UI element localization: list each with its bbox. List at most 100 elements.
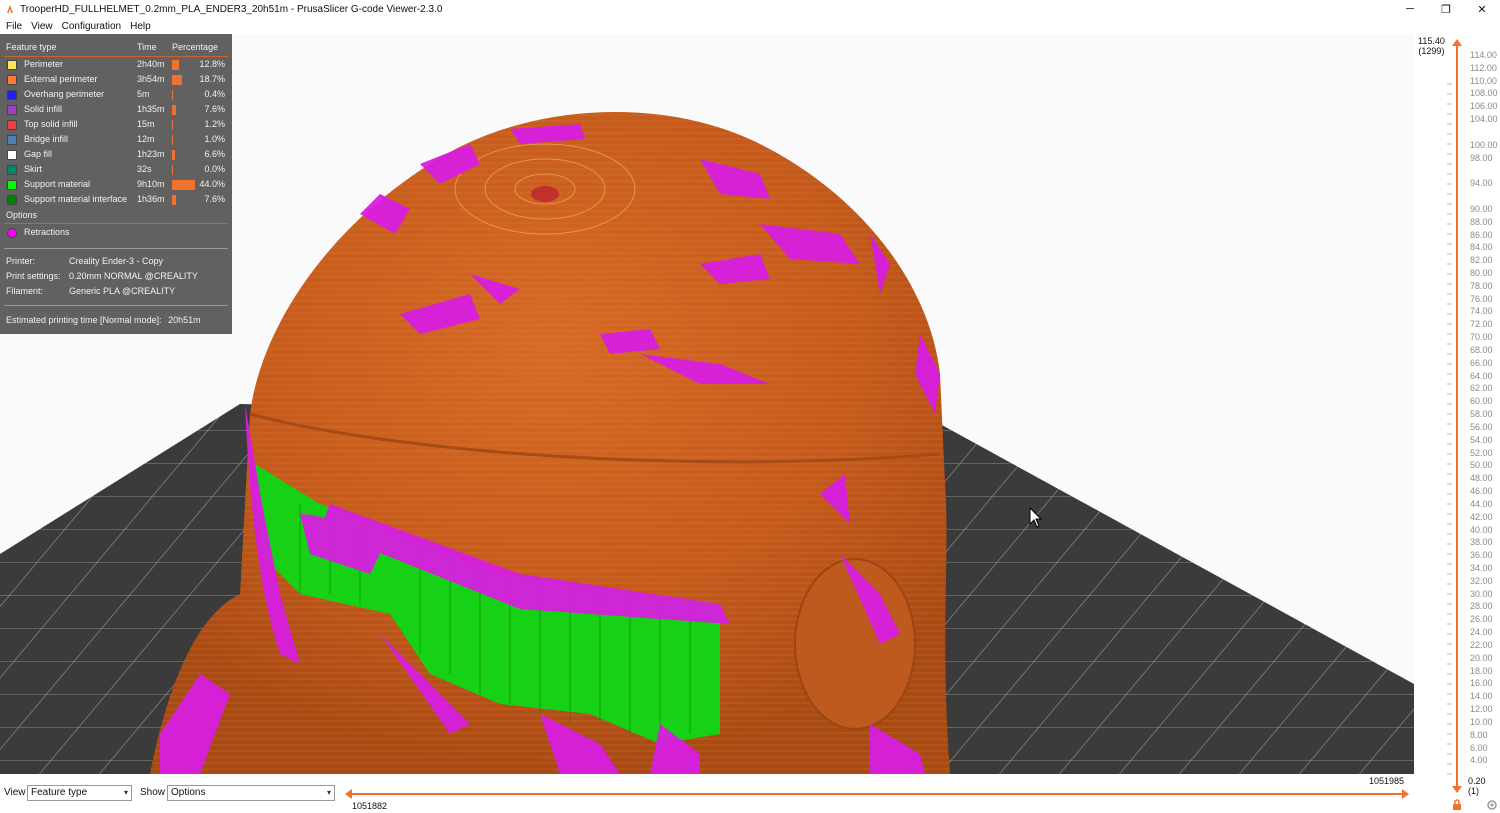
slider-tick-label: 32.00 [1470,575,1493,586]
feature-percentage: 0.4% [204,89,225,99]
feature-name: Perimeter [24,59,64,69]
print-settings-info: Print settings: 0.20mm NORMAL @CREALITY [6,271,198,281]
slider-tick-label: 90.00 [1470,203,1493,214]
slider-tick-label: 12.00 [1470,704,1493,715]
legend-header-percentage: Percentage [172,42,219,52]
menu-file[interactable]: File [6,21,22,32]
feature-time: 1h35m [137,104,165,114]
time-separator [4,305,228,306]
feature-row[interactable]: Support material 9h10m 44.0% [6,178,230,193]
feature-percentage: 12.8% [199,59,225,69]
option-label: Retractions [24,227,70,237]
feature-row[interactable]: External perimeter 3h54m 18.7% [6,73,230,88]
slider-tick-label: 84.00 [1470,242,1493,253]
feature-percentage: 44.0% [199,179,225,189]
feature-row[interactable]: Gap fill 1h23m 6.6% [6,148,230,163]
feature-percentage: 7.6% [204,104,225,114]
legend-separator [4,56,228,57]
slider-tick-label: 80.00 [1470,268,1493,278]
slider-tick-label: 46.00 [1470,486,1493,497]
slider-tick-label: 48.00 [1470,473,1493,484]
cog-icon[interactable] [1486,799,1498,811]
feature-color-swatch [7,195,17,205]
menu-view[interactable]: View [31,21,53,32]
estimated-time: Estimated printing time [Normal mode]: 2… [6,315,201,325]
options-separator [4,223,228,224]
slider-tick-label: 54.00 [1470,434,1493,445]
slider-bottom-value: 0.20 [1468,776,1486,786]
view-type-select[interactable]: Feature type ▾ [27,785,132,801]
retraction-swatch [7,228,17,238]
menu-bar: File View Configuration Help [0,18,1500,34]
feature-percentage: 0.0% [204,164,225,174]
feature-name: Support material interface [24,194,128,204]
show-options-value: Options [171,787,206,798]
feature-color-swatch [7,120,17,130]
menu-help[interactable]: Help [130,21,151,32]
slider-tick-label: 44.00 [1470,498,1493,509]
slider-top-thumb [1452,39,1462,46]
feature-percentage: 1.2% [204,119,225,129]
slider-tick-label: 82.00 [1470,255,1493,266]
view-type-value: Feature type [31,787,88,798]
legend-header-feature: Feature type [6,42,57,52]
feature-color-swatch [7,105,17,115]
slider-tick-label: 70.00 [1470,332,1493,343]
filament-value: Generic PLA @CREALITY [69,286,176,296]
show-options-select[interactable]: Options ▾ [167,785,335,801]
printer-info: Printer: Creality Ender-3 - Copy [6,256,163,266]
slider-tick-label: 42.00 [1470,511,1493,522]
feature-row[interactable]: Solid infill 1h35m 7.6% [6,103,230,118]
restore-button[interactable]: ❐ [1428,0,1464,18]
feature-percentage-bar [172,135,173,145]
slider-tick-label: 36.00 [1470,550,1493,561]
slider-bottom-layer: (1) [1468,786,1479,796]
slider-tick-label: 78.00 [1470,280,1493,291]
feature-name: Support material [24,179,91,189]
slider-tick-label: 88.00 [1470,216,1493,227]
feature-color-swatch [7,90,17,100]
feature-color-swatch [7,180,17,190]
feature-time: 9h10m [137,179,165,189]
feature-time: 2h40m [137,59,165,69]
slider-tick-label: 94.00 [1470,178,1493,189]
slider-tick-label: 76.00 [1470,293,1493,304]
slider-tick-label: 66.00 [1470,357,1493,368]
feature-color-swatch [7,60,17,70]
slider-tick-label: 34.00 [1470,562,1493,573]
slider-tick-label: 114.00 [1470,49,1497,60]
moves-slider-track[interactable] [342,787,1412,801]
lock-icon[interactable] [1451,799,1463,811]
layer-slider[interactable]: 115.40 (1299) 114.00 112.00 110.00 108.00 10… [1414,34,1500,813]
moves-end-value: 1051985 [1369,776,1405,786]
feature-row[interactable]: Top solid infill 15m 1.2% [6,118,230,133]
feature-row[interactable]: Perimeter 2h40m 12.8% [6,58,230,73]
feature-color-swatch [7,135,17,145]
feature-row[interactable]: Support material interface 1h36m 7.6% [6,193,230,208]
slider-tick-label: 20.00 [1470,652,1493,663]
close-button[interactable]: ✕ [1464,0,1500,18]
feature-row[interactable]: Bridge infill 12m 1.0% [6,133,230,148]
feature-time: 5m [137,89,150,99]
feature-percentage-bar [172,180,195,190]
feature-name: Bridge infill [24,134,69,144]
feature-percentage-bar [172,165,173,175]
feature-color-swatch [7,75,17,85]
slider-tick-label: 14.00 [1470,691,1493,702]
slider-tick-label: 112.00 [1470,62,1497,73]
slider-tick-label: 60.00 [1470,396,1493,407]
minimize-button[interactable]: ─ [1392,0,1428,18]
feature-row[interactable]: Skirt 32s 0.0% [6,163,230,178]
slider-tick-label: 38.00 [1470,537,1493,548]
slider-tick-label: 28.00 [1470,601,1493,612]
estimated-time-value: 20h51m [168,315,201,325]
slider-tick-label: 110.00 [1470,75,1497,86]
slider-tick-label: 86.00 [1470,229,1493,240]
feature-percentage: 7.6% [204,194,225,204]
slider-tick-label: 6.00 [1470,742,1488,753]
option-row-retractions[interactable]: Retractions [6,226,230,241]
slider-tick-label: 50.00 [1470,460,1493,471]
feature-percentage: 18.7% [199,74,225,84]
menu-configuration[interactable]: Configuration [62,21,121,32]
feature-row[interactable]: Overhang perimeter 5m 0.4% [6,88,230,103]
